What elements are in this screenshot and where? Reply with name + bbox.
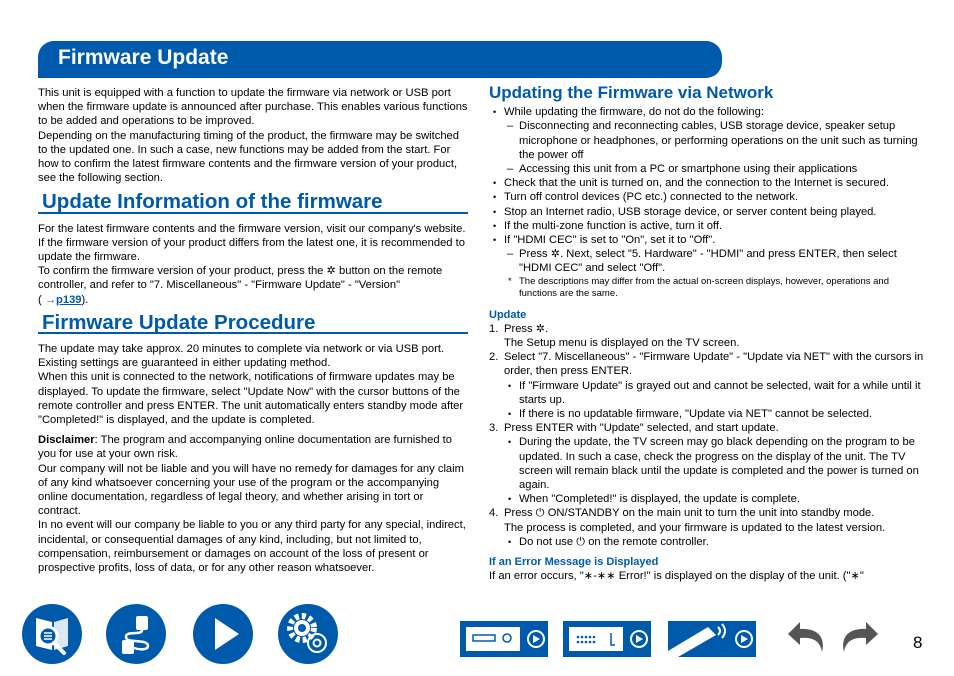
text: Select "7. Miscellaneous" - "Firmware Up… [504,351,924,378]
procedure-paragraph: The update may take approx. 20 minutes t… [38,343,445,370]
step-number: 4. [489,507,499,520]
list-item: Turn off control devices (PC etc.) conne… [489,190,924,204]
section-heading-procedure: Firmware Update Procedure [38,312,468,335]
redo-arrow-icon [843,622,878,652]
page-number: 8 [913,633,923,652]
list-item: Check that the unit is turned on, and th… [489,176,924,190]
step-number: 2. [489,351,499,364]
list-item: If "Firmware Update" is grayed out and c… [504,379,924,407]
connections-icon [122,616,150,654]
text: . [545,322,549,335]
contents-button[interactable] [22,604,82,664]
text: If "HDMI CEC" is set to "On", set it to … [504,234,716,247]
right-column: Updating the Firmware via Network While … [489,83,924,584]
setup-gear-icon: ✲ [535,322,546,335]
subheading-update: Update [489,308,527,321]
text: : The program and accompanying online do… [38,434,452,461]
list-item: While updating the firmware, do not do t… [489,105,924,176]
text: ). [81,293,89,306]
front-panel-button[interactable] [460,621,548,657]
setup-gear-icon: ✲ [326,265,336,278]
text: To confirm the firmware version of your … [38,265,324,278]
step-number: 3. [489,422,499,435]
list-item: Press ✲. Next, select "5. Hardware" - "H… [489,247,924,275]
remote-controller-icon [668,623,753,657]
text: on the remote controller. [588,535,709,548]
list-item: During the update, the TV screen may go … [504,435,924,492]
update-info-paragraph: To confirm the firmware version of your … [38,264,468,307]
list-item: If the multi-zone function is active, tu… [489,219,924,233]
section-heading-network: Updating the Firmware via Network [489,83,774,102]
left-column: This unit is equipped with a function to… [38,86,468,575]
power-icon: ⏻ [576,535,586,548]
undo-arrow-icon [788,622,823,652]
footnote: The descriptions may differ from the act… [489,276,924,300]
page-reference-link[interactable]: p139 [56,294,82,306]
disclaimer-label: Disclaimer [38,434,95,447]
text: The Setup menu is displayed on the TV sc… [504,337,740,350]
text: ON/STANDBY on the main unit to turn the … [547,507,875,520]
list-item: When "Completed!" is displayed, the upda… [504,492,924,506]
play-icon [215,618,239,650]
step-1: 1. Press ✲. The Setup menu is displayed … [489,322,924,350]
list-item: Stop an Internet radio, USB storage devi… [489,205,924,219]
contents-icon [36,618,68,655]
text: The process is completed, and your firmw… [504,521,886,534]
list-item: Do not use ⏻ on the remote controller. [504,535,924,549]
rear-panel-button[interactable] [563,621,651,657]
step-2: 2. Select "7. Miscellaneous" - "Firmware… [489,350,924,421]
banner-title: Firmware Update [58,46,229,69]
update-info-paragraph: For the latest firmware contents and the… [38,222,466,264]
back-button[interactable] [786,620,828,654]
setup-gear-icon: ✲ [550,248,561,261]
intro-paragraph: Depending on the manufacturing timing of… [38,129,460,185]
disclaimer-paragraph: Disclaimer: The program and accompanying… [38,433,468,461]
list-item: If "HDMI CEC" is set to "On", set it to … [489,233,924,276]
list-item: Accessing this unit from a PC or smartph… [489,162,924,176]
section-heading-update-info: Update Information of the firmware [38,192,468,214]
connections-button[interactable] [106,604,166,664]
step-4: 4. Press ⏻ ON/STANDBY on the main unit t… [489,506,924,549]
procedure-paragraph: In no event will our company be liable t… [38,519,466,575]
error-paragraph: If an error occurs, "∗-∗∗ Error!" is dis… [489,570,864,583]
front-panel-icon [466,627,545,651]
text: Press [504,322,533,335]
power-icon: ⏻ [535,507,545,520]
arrow-right-icon: → [44,293,57,306]
procedure-paragraph: Our company will not be liable and you w… [38,462,464,518]
remote-controller-button[interactable] [668,621,756,657]
playback-button[interactable] [193,604,253,664]
step-number: 1. [489,322,499,335]
text: Press [504,507,533,520]
list-item: Disconnecting and reconnecting cables, U… [489,119,924,162]
subheading-error: If an Error Message is Displayed [489,556,659,569]
rear-panel-icon [569,627,648,651]
forward-button[interactable] [838,620,880,654]
precautions-list: While updating the firmware, do not do t… [489,105,924,275]
text: While updating the firmware, do not do t… [504,106,764,119]
text: Press [519,248,548,261]
text: ( [38,293,42,306]
text: Press ENTER with "Update" selected, and … [504,422,779,435]
gears-icon [287,613,327,653]
update-steps: 1. Press ✲. The Setup menu is displayed … [489,322,924,549]
list-item: If there is no updatable firmware, "Upda… [504,407,924,421]
setup-button[interactable] [278,604,338,664]
text: Do not use [519,535,574,548]
page-banner: Firmware Update [38,41,722,78]
text: . Next, select "5. Hardware" - "HDMI" an… [519,248,897,275]
intro-paragraph: This unit is equipped with a function to… [38,87,468,128]
step-3: 3. Press ENTER with "Update" selected, a… [489,421,924,506]
procedure-paragraph: When this unit is connected to the netwo… [38,371,464,427]
